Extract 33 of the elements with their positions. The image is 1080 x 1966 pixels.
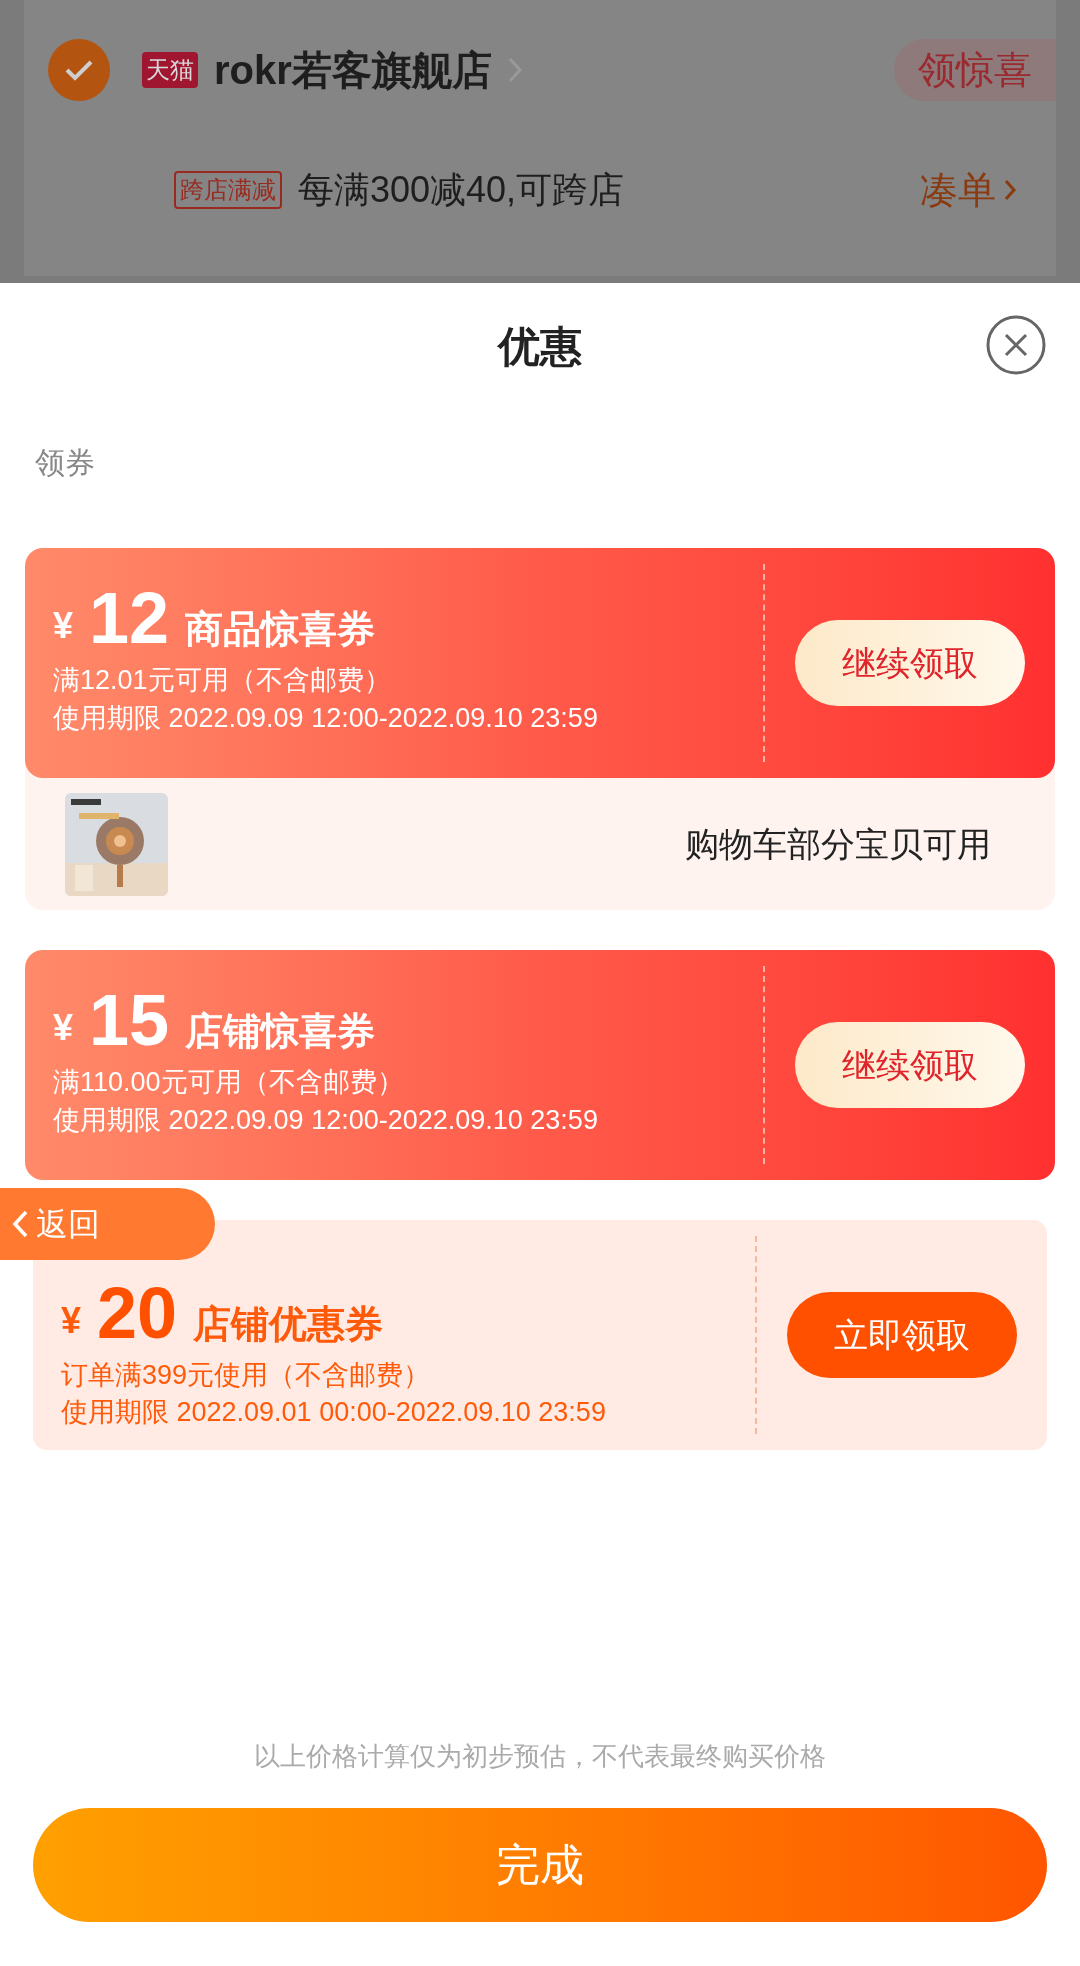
claim-button[interactable]: 立即领取 <box>787 1292 1017 1378</box>
claim-button[interactable]: 继续领取 <box>795 1022 1025 1108</box>
coupon-validity: 使用期限 2022.09.01 00:00-2022.09.10 23:59 <box>61 1396 607 1430</box>
currency-symbol: ¥ <box>61 1302 82 1339</box>
add-items-link[interactable]: 凑单 <box>920 161 1016 219</box>
coupon-validity: 使用期限 2022.09.09 12:00-2022.09.10 23:59 <box>53 1103 599 1137</box>
coupon-amount: 15 <box>89 992 170 1051</box>
coupon-condition: 满110.00元可用（不含邮费） <box>53 1066 405 1100</box>
coupon-amount: 20 <box>97 1284 178 1343</box>
coupon-amount: 12 <box>89 590 170 649</box>
platform-logo: 天猫 <box>142 52 198 88</box>
coupon-title: 商品惊喜券 <box>185 610 376 649</box>
close-icon[interactable] <box>985 314 1047 376</box>
surprise-badge[interactable]: 领惊喜 <box>894 39 1056 101</box>
section-label: 领券 <box>35 445 96 481</box>
coupon-title: 店铺优惠券 <box>193 1304 384 1343</box>
chevron-right-icon <box>1004 179 1016 201</box>
currency-symbol: ¥ <box>53 1010 74 1047</box>
claim-button[interactable]: 继续领取 <box>795 620 1025 706</box>
disclaimer-text: 以上价格计算仅为初步预估，不代表最终购买价格 <box>253 1740 827 1773</box>
currency-symbol: ¥ <box>53 608 74 645</box>
back-button[interactable]: 返回 <box>0 1188 215 1260</box>
promo-text: 每满300减40,可跨店 <box>298 168 625 212</box>
done-button[interactable]: 完成 <box>33 1808 1047 1922</box>
applicable-items-text[interactable]: 购物车部分宝贝可用 <box>685 818 991 870</box>
chevron-left-icon <box>12 1210 28 1238</box>
coupon-condition: 订单满399元使用（不含邮费） <box>61 1358 432 1392</box>
coupon-validity: 使用期限 2022.09.09 12:00-2022.09.10 23:59 <box>53 701 599 735</box>
coupon-title: 店铺惊喜券 <box>185 1012 376 1051</box>
sheet-title: 优惠 <box>498 321 582 372</box>
store-name[interactable]: rokr若客旗舰店 <box>214 40 492 100</box>
coupon-condition: 满12.01元可用（不含邮费） <box>53 664 392 698</box>
promo-tag: 跨店满减 <box>174 171 282 209</box>
